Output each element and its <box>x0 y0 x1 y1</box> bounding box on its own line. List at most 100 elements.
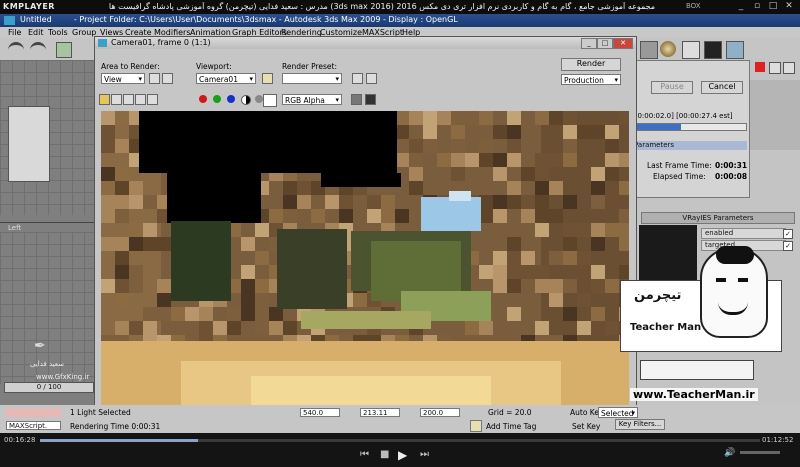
restore-icon[interactable]: ▫ <box>750 1 764 12</box>
mosaic-tile <box>535 265 549 279</box>
viewport-select[interactable]: Camera01 <box>196 73 256 85</box>
print-icon[interactable] <box>135 94 146 105</box>
play-icon[interactable]: ▶ <box>398 448 407 462</box>
total-time: 01:12:52 <box>762 436 794 444</box>
volume-slider[interactable] <box>740 451 780 454</box>
auto-region-icon[interactable] <box>162 73 173 84</box>
material-editor-icon[interactable] <box>660 41 676 57</box>
teapot-render-icon[interactable] <box>726 41 744 59</box>
area-to-render-select[interactable]: View <box>101 73 145 85</box>
selected-dropdown[interactable]: Selected <box>598 407 638 419</box>
color-swatch-red[interactable] <box>755 62 765 72</box>
mosaic-tile <box>101 167 115 181</box>
volume-icon[interactable]: 🔊 <box>724 448 735 458</box>
mosaic-tile <box>339 209 353 223</box>
stop-icon[interactable]: ■ <box>380 449 389 460</box>
copy-image-icon[interactable] <box>111 94 122 105</box>
viewport-label-left[interactable]: Left <box>8 224 21 232</box>
panel-button-2[interactable] <box>783 62 795 74</box>
set-key-button[interactable]: Set Key <box>572 422 600 431</box>
z-coord-field[interactable]: 200.0 <box>420 408 460 417</box>
next-icon[interactable]: ⏭ <box>420 449 429 460</box>
green-channel-icon[interactable] <box>213 95 221 103</box>
menu-edit[interactable]: Edit <box>28 27 44 38</box>
mosaic-tile <box>619 111 629 125</box>
x-coord-field[interactable]: 540.0 <box>300 408 340 417</box>
box-mode-label[interactable]: BOX <box>686 2 701 10</box>
light-object[interactable] <box>8 106 50 182</box>
quick-render-icon[interactable] <box>704 41 722 59</box>
kmplayer-titlebar: KMPLAYER مجموعه آموزشی جامع ، گام به گام… <box>0 0 800 14</box>
mono-icon[interactable] <box>255 95 263 103</box>
render-setup-icon-small[interactable] <box>352 73 363 84</box>
render-frame-icon[interactable] <box>682 41 700 59</box>
close-icon[interactable]: ✕ <box>782 1 796 12</box>
mosaic-tile <box>101 209 115 223</box>
params-header[interactable]: Parameters <box>631 141 747 150</box>
maxscript-mini-listener[interactable]: MAXScript. <box>6 421 61 430</box>
lock-viewport-icon[interactable] <box>262 73 273 84</box>
environment-icon[interactable] <box>366 73 377 84</box>
production-select[interactable]: Production <box>561 74 621 86</box>
mosaic-tile <box>521 251 535 265</box>
clear-icon[interactable] <box>147 94 158 105</box>
vray-ies-header[interactable]: VRayIES Parameters <box>641 212 795 224</box>
dialog-minimize-icon[interactable]: _ <box>581 38 597 49</box>
y-coord-field[interactable]: 213.11 <box>360 408 400 417</box>
maxscript-listener-pink[interactable] <box>6 408 61 417</box>
mosaic-tile <box>143 307 157 321</box>
left-viewports[interactable]: Left ✒ سعید فدایی www.GfxKing.ir 0 / 100 <box>0 60 95 405</box>
menu-group[interactable]: Group <box>72 27 96 38</box>
mosaic-tile <box>549 181 563 195</box>
render-preset-select[interactable] <box>282 73 342 85</box>
select-link-icon[interactable] <box>56 42 72 58</box>
panel-button-1[interactable] <box>769 62 781 74</box>
minimize-icon[interactable]: _ <box>734 1 748 12</box>
dialog-maximize-icon[interactable]: □ <box>597 38 613 49</box>
previous-icon[interactable]: ⏮ <box>360 449 369 460</box>
render-frame-titlebar[interactable]: Camera01, frame 0 (1:1) _ □ ✕ <box>95 37 636 49</box>
key-filters-button[interactable]: Key Filters... <box>615 419 665 430</box>
maximize-icon[interactable]: □ <box>766 1 780 12</box>
enabled-checkbox[interactable]: ✓ <box>783 229 793 239</box>
save-image-icon[interactable] <box>99 94 110 105</box>
menu-file[interactable]: File <box>8 27 21 38</box>
undo-icon[interactable] <box>8 42 24 57</box>
teacherman-caricature <box>700 246 768 338</box>
seek-bar[interactable] <box>40 439 760 442</box>
mosaic-tile <box>437 111 451 125</box>
render-setup-icon[interactable] <box>640 41 658 59</box>
cancel-button[interactable]: Cancel <box>701 81 743 94</box>
add-time-tag[interactable]: Add Time Tag <box>486 422 536 431</box>
mosaic-tile <box>577 223 591 237</box>
pause-button[interactable]: Pause <box>651 81 693 94</box>
render-button[interactable]: Render <box>561 58 621 71</box>
mosaic-tile <box>115 265 129 279</box>
menu-tools[interactable]: Tools <box>48 27 68 38</box>
toggle-ui-icon[interactable] <box>365 94 376 105</box>
mosaic-tile <box>297 195 311 209</box>
mosaic-tile <box>577 293 591 307</box>
mosaic-tile <box>535 223 549 237</box>
time-tag-icon[interactable] <box>470 420 482 432</box>
area-to-render-label: Area to Render: <box>101 62 160 71</box>
time-slider[interactable]: 0 / 100 <box>4 382 94 393</box>
mosaic-tile <box>619 181 629 195</box>
mosaic-tile <box>521 209 535 223</box>
blue-channel-icon[interactable] <box>227 95 235 103</box>
author-watermark: سعید فدایی <box>30 360 65 368</box>
redo-icon[interactable] <box>30 42 46 57</box>
mosaic-tile <box>101 279 115 293</box>
channel-select[interactable]: RGB Alpha <box>282 94 342 106</box>
edit-region-icon[interactable] <box>149 73 160 84</box>
mosaic-tile <box>479 209 493 223</box>
alpha-channel-icon[interactable] <box>241 95 251 105</box>
clone-window-icon[interactable] <box>123 94 134 105</box>
render-frame-window: Camera01, frame 0 (1:1) _ □ ✕ Area to Re… <box>94 36 637 420</box>
red-channel-icon[interactable] <box>199 95 207 103</box>
dialog-close-icon[interactable]: ✕ <box>613 38 633 49</box>
color-swatch[interactable] <box>263 94 277 107</box>
display-channel-icon[interactable] <box>351 94 362 105</box>
caricature-smile <box>718 302 748 315</box>
rendering-progress-window: Pause Cancel 00:00:02.0] [00:00:27.4 est… <box>630 60 750 198</box>
